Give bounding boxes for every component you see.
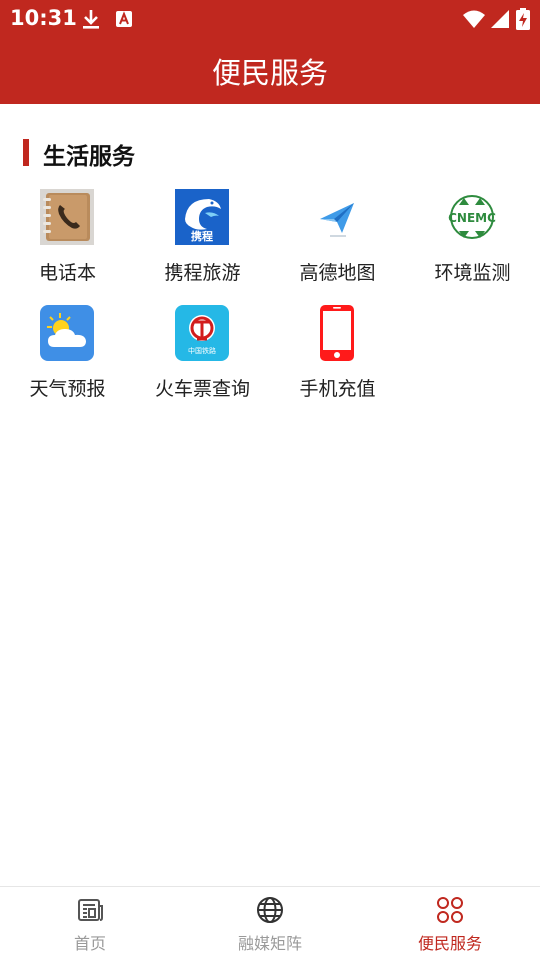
tab-label: 首页: [73, 934, 106, 953]
tab-label: 便民服务: [417, 934, 482, 953]
status-time: 10:31: [10, 6, 77, 30]
svg-text:携程: 携程: [191, 229, 213, 243]
tab-home[interactable]: 首页: [0, 887, 180, 960]
service-label: 电话本: [38, 262, 96, 284]
tab-label: 融媒矩阵: [237, 934, 302, 953]
ctrip-icon: 携程: [175, 189, 229, 245]
train-ticket-icon: 中国铁路: [175, 305, 229, 361]
service-environment-monitor[interactable]: CNEMC 环境监测: [405, 189, 540, 301]
amap-icon: [310, 189, 364, 245]
service-label: 手机充值: [299, 378, 376, 400]
svg-text:CNEMC: CNEMC: [448, 211, 496, 225]
environment-monitor-icon: CNEMC: [445, 189, 499, 245]
cellular-signal-icon: [491, 10, 509, 28]
bottom-tab-bar: 首页 融媒矩阵 便民服务: [0, 886, 540, 960]
svg-text:中国铁路: 中国铁路: [188, 346, 216, 355]
section-title: 生活服务: [43, 144, 135, 170]
tab-media-matrix[interactable]: 融媒矩阵: [180, 887, 360, 960]
app-notification-icon: [116, 11, 132, 27]
newspaper-icon: [78, 899, 103, 921]
service-mobile-recharge[interactable]: 手机充值: [270, 305, 405, 417]
service-label: 环境监测: [434, 262, 511, 284]
download-icon: [83, 10, 99, 29]
mobile-recharge-icon: [320, 305, 354, 361]
section-accent-bar: [23, 139, 29, 166]
globe-icon: [257, 897, 283, 923]
wifi-icon: [463, 10, 485, 28]
service-weather[interactable]: 天气预报: [0, 305, 135, 417]
service-label: 火车票查询: [154, 378, 250, 400]
status-bar: 10:31: [0, 0, 540, 36]
service-phonebook[interactable]: 电话本: [0, 189, 135, 301]
page-title: 便民服务: [211, 56, 328, 90]
title-bar: 便民服务: [0, 36, 540, 104]
service-label: 高德地图: [299, 262, 376, 284]
phonebook-icon: [40, 189, 94, 245]
service-label: 携程旅游: [164, 262, 241, 284]
battery-charging-icon: [516, 8, 530, 30]
service-label: 天气预报: [29, 378, 106, 400]
service-amap[interactable]: 高德地图: [270, 189, 405, 301]
service-ctrip[interactable]: 携程 携程旅游: [135, 189, 270, 301]
tab-convenience-services[interactable]: 便民服务: [360, 887, 540, 960]
weather-icon: [40, 305, 94, 361]
grid-icon: [437, 897, 463, 923]
service-train-ticket[interactable]: 中国铁路 火车票查询: [135, 305, 270, 417]
